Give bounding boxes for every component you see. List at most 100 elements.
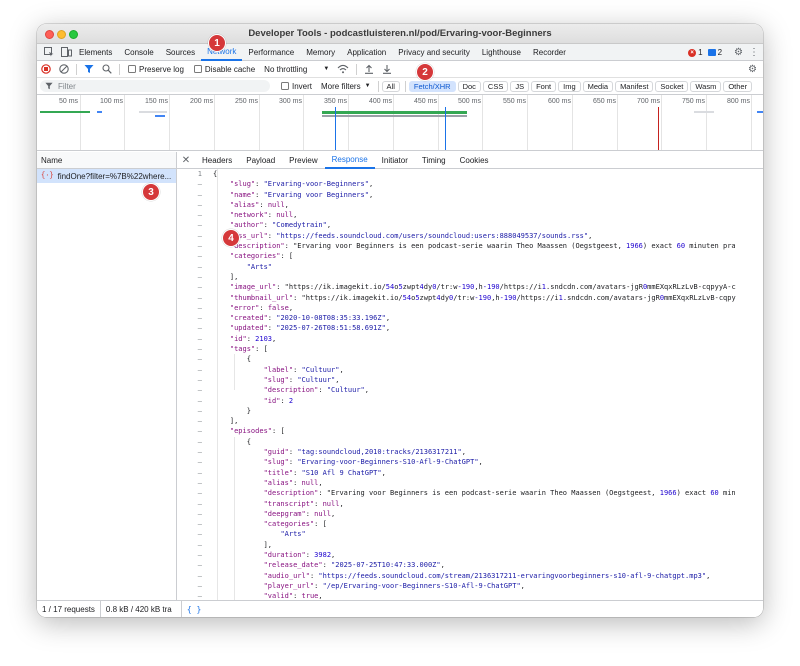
response-body: { "slug": "Ervaring-voor-Beginners", "na… <box>213 169 763 600</box>
chip-media[interactable]: Media <box>582 80 614 92</box>
checkbox-box[interactable] <box>281 82 289 90</box>
response-line: "Arts" <box>246 262 273 271</box>
dom-content-loaded-marker <box>335 107 336 150</box>
filter-input[interactable]: Filter <box>40 80 270 92</box>
request-list-header[interactable]: Name <box>37 152 176 169</box>
pretty-print-icon[interactable]: { } <box>182 601 206 618</box>
timeline-tick: 700 ms <box>637 98 660 105</box>
response-line: "guid": "tag:soundcloud,2010:tracks/2136… <box>263 448 466 457</box>
tab-payload[interactable]: Payload <box>239 152 282 169</box>
timeline-tick: 450 ms <box>414 98 437 105</box>
tab-elements[interactable]: Elements <box>73 44 118 61</box>
chip-wasm[interactable]: Wasm <box>690 80 722 92</box>
request-name: findOne?filter=%7B%22where... <box>57 171 172 181</box>
timeline-bar <box>757 111 763 113</box>
tab-lighthouse[interactable]: Lighthouse <box>476 44 527 61</box>
search-icon[interactable] <box>98 61 116 78</box>
throttling-select[interactable]: No throttling ▼ <box>260 65 333 74</box>
tab-privacy-security[interactable]: Privacy and security <box>392 44 476 61</box>
export-har-icon[interactable] <box>378 61 396 78</box>
inspect-element-icon[interactable] <box>42 46 55 59</box>
line-number: – <box>197 200 202 209</box>
callout-3: 3 <box>142 183 160 201</box>
settings-gear-icon[interactable]: ⚙ <box>734 47 743 58</box>
network-conditions-icon[interactable] <box>333 61 353 78</box>
tab-preview[interactable]: Preview <box>282 152 324 169</box>
response-viewer[interactable]: 1– – – – – – – – – – – – – – – – – – – – – – – – – – – – – – – – – – – – – – –… <box>177 169 763 600</box>
line-number: – <box>197 272 202 281</box>
chip-img[interactable]: Img <box>558 80 581 92</box>
line-number: – <box>197 345 202 354</box>
line-number: – <box>197 571 202 580</box>
chip-manifest[interactable]: Manifest <box>615 80 654 92</box>
tab-recorder[interactable]: Recorder <box>527 44 572 61</box>
checkbox-box[interactable] <box>193 65 202 73</box>
timeline-tick: 550 ms <box>503 98 526 105</box>
device-toolbar-icon[interactable] <box>60 46 73 59</box>
tab-console[interactable]: Console <box>118 44 159 61</box>
tab-headers[interactable]: Headers <box>195 152 239 169</box>
response-line: "duration": 3982, <box>263 550 336 559</box>
toolbar-divider <box>377 80 379 92</box>
chip-js[interactable]: JS <box>510 80 530 92</box>
line-number: – <box>197 550 202 559</box>
toolbar-divider <box>404 80 406 92</box>
close-icon[interactable]: ✕ <box>177 155 195 166</box>
chip-font[interactable]: Font <box>531 80 557 92</box>
chevron-down-icon: ▼ <box>364 83 371 89</box>
timeline-tick: 650 ms <box>593 98 616 105</box>
tab-sources[interactable]: Sources <box>160 44 201 61</box>
tab-application[interactable]: Application <box>341 44 392 61</box>
filter-funnel-icon[interactable] <box>80 61 98 78</box>
response-line: "created": "2020-10-08T08:35:33.196Z", <box>229 314 391 323</box>
preserve-log-checkbox[interactable]: Preserve log <box>123 65 189 74</box>
chevron-down-icon: ▼ <box>323 66 330 72</box>
request-detail-pane: ✕ Headers Payload Preview Response Initi… <box>177 152 763 600</box>
line-number: – <box>197 437 202 446</box>
chip-doc[interactable]: Doc <box>457 80 481 92</box>
response-line: "categories": [ <box>263 520 327 529</box>
xhr-icon: {·} <box>41 172 54 180</box>
network-timeline-overview[interactable]: 50 ms 100 ms 150 ms 200 ms 250 ms 300 ms… <box>37 95 763 151</box>
response-line: "slug": "Cultuur", <box>263 375 340 384</box>
more-menu-icon[interactable]: ⋮ <box>749 47 759 58</box>
error-count-badge[interactable]: × 1 2 <box>688 48 722 57</box>
more-filters-dropdown[interactable]: More filters ▼ <box>317 82 375 91</box>
timeline-tick: 350 ms <box>324 98 347 105</box>
tab-response[interactable]: Response <box>324 152 375 169</box>
record-stop-icon[interactable] <box>37 61 55 78</box>
response-line: "updated": "2025-07-26T08:51:58.691Z", <box>229 324 391 333</box>
tab-timing[interactable]: Timing <box>415 152 453 169</box>
preserve-log-label: Preserve log <box>139 64 184 74</box>
tab-performance[interactable]: Performance <box>242 44 300 61</box>
chip-css[interactable]: CSS <box>482 80 509 92</box>
tab-cookies[interactable]: Cookies <box>453 152 496 169</box>
response-line: "description": "Cultuur", <box>263 386 369 395</box>
line-number: – <box>197 211 202 220</box>
response-line: "network": null, <box>229 211 298 220</box>
timeline-tick: 600 ms <box>548 98 571 105</box>
response-line: "episodes": [ <box>229 427 285 436</box>
chip-socket[interactable]: Socket <box>655 80 689 92</box>
line-number: – <box>197 314 202 323</box>
filter-placeholder: Filter <box>58 81 76 91</box>
request-row[interactable]: {·} findOne?filter=%7B%22where... <box>37 169 176 183</box>
tab-initiator[interactable]: Initiator <box>375 152 415 169</box>
import-har-icon[interactable] <box>360 61 378 78</box>
checkbox-box[interactable] <box>128 65 136 73</box>
line-number: – <box>197 396 202 405</box>
network-settings-gear-icon[interactable]: ⚙ <box>748 64 757 75</box>
line-number: – <box>197 489 202 498</box>
invert-checkbox[interactable]: Invert <box>276 82 317 91</box>
chip-other[interactable]: Other <box>723 80 753 92</box>
chip-fetch-xhr[interactable]: Fetch/XHR <box>408 80 456 92</box>
clear-icon[interactable] <box>55 61 73 78</box>
tab-memory[interactable]: Memory <box>300 44 341 61</box>
response-line: "error": false, <box>229 303 294 312</box>
line-number: – <box>197 221 202 230</box>
response-line: ], <box>213 272 239 281</box>
chip-all[interactable]: All <box>381 80 400 92</box>
line-number: – <box>197 540 202 549</box>
response-line: ], <box>213 540 273 549</box>
disable-cache-checkbox[interactable]: Disable cache <box>189 65 260 74</box>
